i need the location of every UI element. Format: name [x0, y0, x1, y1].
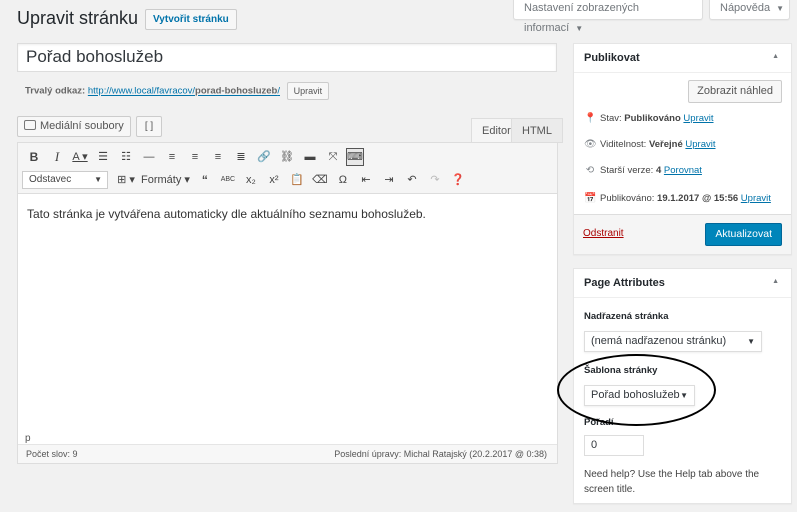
clear-formatting-icon[interactable]: ⌫ [310, 170, 330, 190]
chevron-down-icon: ▼ [747, 337, 755, 346]
screen-options-button[interactable]: Nastavení zobrazených informací ▼ [513, 0, 703, 34]
compare-revisions-link[interactable]: Porovnat [664, 165, 702, 176]
chevron-down-icon: ▼ [94, 175, 102, 184]
history-icon: ⟲ [585, 165, 595, 176]
align-center-icon[interactable]: ≡ [185, 147, 205, 167]
template-select[interactable]: Pořad bohoslužeb ▼ [584, 385, 695, 406]
delete-link[interactable]: Odstranit [583, 228, 624, 239]
editor-path: p [25, 433, 31, 444]
align-left-icon[interactable]: ≡ [162, 147, 182, 167]
horizontal-line-icon[interactable]: — [139, 147, 159, 167]
edit-visibility-link[interactable]: Upravit [685, 139, 715, 150]
bullet-list-icon[interactable]: ☰ [93, 147, 113, 167]
pin-icon: 📍 [584, 113, 597, 124]
paste-text-icon[interactable]: 📋 [287, 170, 307, 190]
revisions-row: ⟲ Starší verze: 4 Porovnat [585, 165, 702, 176]
collapse-icon[interactable]: ▲ [772, 53, 779, 60]
media-icon [24, 120, 36, 130]
editor-content[interactable]: Tato stránka je vytvářena automaticky dl… [18, 194, 557, 234]
unlink-icon[interactable]: ⛓ [277, 147, 297, 167]
formats-menu[interactable]: Formáty ▾ [139, 170, 192, 190]
chevron-down-icon: ▼ [575, 24, 584, 33]
edit-permalink-button[interactable]: Upravit [286, 82, 330, 100]
publish-box: Publikovat ▲ Zobrazit náhled 📍 Stav: Publi… [573, 43, 792, 255]
collapse-icon[interactable]: ▲ [772, 278, 779, 285]
text-color-icon[interactable]: A ▾ [70, 147, 90, 167]
outdent-icon[interactable]: ⇤ [356, 170, 376, 190]
link-icon[interactable]: 🔗 [254, 147, 274, 167]
numbered-list-icon[interactable]: ☷ [116, 147, 136, 167]
paragraph-format-select[interactable]: Odstavec ▼ [22, 171, 108, 189]
order-label: Pořadí [584, 417, 614, 428]
parent-select[interactable]: (nemá nadřazenou stránku) ▼ [584, 331, 762, 352]
help-text: Need help? Use the Help tab above the sc… [584, 469, 760, 495]
word-count: Počet slov: 9 [26, 449, 78, 459]
publish-box-title[interactable]: Publikovat ▲ [574, 44, 791, 73]
help-button[interactable]: Nápověda ▼ [709, 0, 790, 20]
add-media-button[interactable]: Mediální soubory [17, 116, 131, 137]
subscript-icon[interactable]: x₂ [241, 170, 261, 190]
fullscreen-icon[interactable]: ⤧ [323, 147, 343, 167]
permalink-link[interactable]: http://www.local/favracov/porad-bohosluz… [88, 86, 280, 97]
permalink: Trvalý odkaz: http://www.local/favracov/… [25, 82, 330, 100]
italic-icon[interactable]: I [47, 147, 67, 167]
indent-icon[interactable]: ⇥ [379, 170, 399, 190]
undo-icon[interactable]: ↶ [402, 170, 422, 190]
preview-button[interactable]: Zobrazit náhled [688, 80, 782, 103]
read-more-icon[interactable]: ▬ [300, 147, 320, 167]
post-title-input[interactable]: Pořad bohoslužeb [17, 43, 557, 72]
content-editor: B I A ▾ ☰ ☷ — ≡ ≡ ≡ ≣ 🔗 ⛓ ▬ ⤧ ⌨ Odstavec… [17, 142, 558, 464]
edit-date-link[interactable]: Upravit [741, 193, 771, 204]
tab-html[interactable]: HTML [511, 118, 563, 143]
shortcode-button[interactable]: [ ] [136, 116, 162, 137]
permalink-slug: porad-bohosluzeb [195, 85, 278, 97]
add-new-page-button[interactable]: Vytvořit stránku [145, 9, 237, 30]
strikethrough-icon[interactable]: ABC [218, 170, 238, 190]
parent-label: Nadřazená stránka [584, 311, 669, 322]
update-button[interactable]: Aktualizovat [705, 223, 782, 246]
editor-footer: Počet slov: 9 Poslední úpravy: Michal Ra… [18, 444, 557, 463]
calendar-icon: 📅 [584, 193, 597, 204]
blockquote-icon[interactable]: “ [195, 170, 215, 190]
superscript-icon[interactable]: x² [264, 170, 284, 190]
help-label: Nápověda [720, 2, 771, 14]
permalink-label: Trvalý odkaz: [25, 85, 86, 97]
chevron-down-icon: ▼ [680, 391, 688, 400]
page-attributes-title[interactable]: Page Attributes ▲ [574, 269, 791, 298]
page-attributes-box: Page Attributes ▲ Nadřazená stránka (nemá… [573, 268, 792, 504]
chevron-down-icon: ▼ [776, 4, 785, 13]
template-label: Šablona stránky [584, 365, 658, 376]
visibility-row: 👁 Viditelnost: Veřejné Upravit [584, 139, 716, 150]
editor-toolbar: B I A ▾ ☰ ☷ — ≡ ≡ ≡ ≣ 🔗 ⛓ ▬ ⤧ ⌨ Odstavec… [18, 143, 557, 194]
add-media-label: Mediální soubory [40, 120, 124, 132]
table-icon[interactable]: ⊞ ▾ [116, 170, 136, 190]
page-title: Upravit stránku [17, 8, 139, 28]
edit-status-link[interactable]: Upravit [683, 113, 713, 124]
redo-icon[interactable]: ↷ [425, 170, 445, 190]
eye-icon: 👁 [584, 139, 597, 150]
order-input[interactable]: 0 [584, 435, 644, 456]
help-icon[interactable]: ❓ [448, 170, 468, 190]
last-edit: Poslední úpravy: Michal Ratajský (20.2.2… [334, 449, 547, 459]
special-character-icon[interactable]: Ω [333, 170, 353, 190]
justify-icon[interactable]: ≣ [231, 147, 251, 167]
bold-icon[interactable]: B [24, 147, 44, 167]
published-row: 📅 Publikováno: 19.1.2017 @ 15:56 Upravit [584, 193, 771, 204]
align-right-icon[interactable]: ≡ [208, 147, 228, 167]
status-row: 📍 Stav: Publikováno Upravit [584, 113, 714, 124]
toolbar-toggle-icon[interactable]: ⌨ [346, 148, 364, 166]
